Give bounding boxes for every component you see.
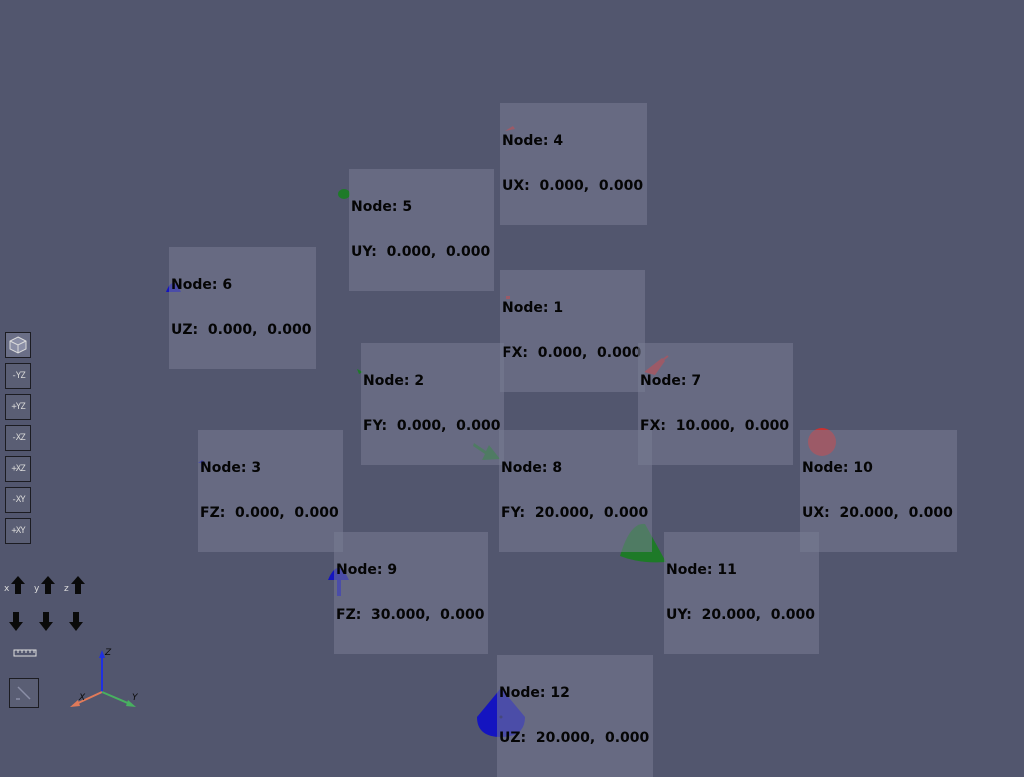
node-value: FX: 0.000, 0.000 xyxy=(502,345,642,361)
node-label: Node: 8 FY: 20.000, 0.000 xyxy=(499,430,653,552)
node-value: UZ: 0.000, 0.000 xyxy=(171,322,312,338)
view-pos-xz-icon: +XZ xyxy=(11,464,25,474)
view-pos-yz-icon: +YZ xyxy=(11,402,25,412)
node-value: UY: 20.000, 0.000 xyxy=(666,607,816,623)
x-axis-label: X xyxy=(78,693,86,703)
axis-up-row: x y z xyxy=(4,572,88,598)
node-title: Node: 10 xyxy=(802,460,873,476)
node-label: Node: 11 UY: 20.000, 0.000 xyxy=(664,532,820,654)
view-neg-yz-button[interactable]: -YZ xyxy=(5,363,31,389)
pick-button[interactable] xyxy=(9,678,39,708)
node-label: Node: 12 UZ: 20.000, 0.000 xyxy=(497,655,654,777)
node-title: Node: 2 xyxy=(363,373,425,389)
view-toolbar: -YZ +YZ -XZ +XZ -XY +XY xyxy=(5,332,31,549)
view-neg-xy-button[interactable]: -XY xyxy=(5,487,31,513)
node-label: Node: 5 UY: 0.000, 0.000 xyxy=(349,169,495,291)
node-value: UY: 0.000, 0.000 xyxy=(351,244,491,260)
y-axis-label: Y xyxy=(132,693,139,703)
node-value: FZ: 30.000, 0.000 xyxy=(336,607,485,623)
node-title: Node: 8 xyxy=(501,460,563,476)
node-label: Node: 4 UX: 0.000, 0.000 xyxy=(500,103,648,225)
svg-text:z: z xyxy=(64,584,69,594)
node-value: FZ: 0.000, 0.000 xyxy=(200,505,339,521)
node-label: Node: 7 FX: 10.000, 0.000 xyxy=(638,343,794,465)
view-neg-xz-button[interactable]: -XZ xyxy=(5,425,31,451)
z-axis-label: Z xyxy=(104,648,112,658)
node-label: Node: 6 UZ: 0.000, 0.000 xyxy=(169,247,316,369)
x-up-button[interactable]: x xyxy=(4,572,28,598)
3d-viewport[interactable]: Node: 4 UX: 0.000, 0.000 Node: 5 UY: 0.0… xyxy=(0,0,1024,777)
node-value: FX: 10.000, 0.000 xyxy=(640,418,790,434)
z-down-button[interactable] xyxy=(64,609,88,635)
node-title: Node: 1 xyxy=(502,300,564,316)
node-value: UX: 20.000, 0.000 xyxy=(802,505,953,521)
node-value: FY: 0.000, 0.000 xyxy=(363,418,501,434)
arrow-down-icon xyxy=(9,612,23,631)
node-label: Node: 2 FY: 0.000, 0.000 xyxy=(361,343,505,465)
view-neg-xz-icon: -XZ xyxy=(11,433,25,443)
axis-down-row xyxy=(4,609,88,635)
node-title: Node: 4 xyxy=(502,133,564,149)
view-neg-xy-icon: -XY xyxy=(11,495,25,505)
node-title: Node: 5 xyxy=(351,199,413,215)
node-label: Node: 9 FZ: 30.000, 0.000 xyxy=(334,532,489,654)
node-value: UZ: 20.000, 0.000 xyxy=(499,730,650,746)
view-pos-xz-button[interactable]: +XZ xyxy=(5,456,31,482)
svg-text:x: x xyxy=(4,584,10,594)
arrow-up-icon: z xyxy=(64,576,85,594)
pick-icon xyxy=(16,686,31,700)
arrow-down-icon xyxy=(69,612,83,631)
ruler-icon[interactable] xyxy=(13,646,37,660)
cube-icon xyxy=(9,336,27,354)
node-label: Node: 1 FX: 0.000, 0.000 xyxy=(500,270,646,392)
arrow-up-icon: x xyxy=(4,576,25,594)
arrow-down-icon xyxy=(39,612,53,631)
node-title: Node: 12 xyxy=(499,685,570,701)
node-label: Node: 3 FZ: 0.000, 0.000 xyxy=(198,430,343,552)
z-up-button[interactable]: z xyxy=(64,572,88,598)
node-title: Node: 3 xyxy=(200,460,262,476)
arrow-up-icon: y xyxy=(34,576,55,594)
node-title: Node: 11 xyxy=(666,562,737,578)
isometric-view-button[interactable] xyxy=(5,332,31,358)
node-title: Node: 7 xyxy=(640,373,702,389)
x-down-button[interactable] xyxy=(4,609,28,635)
y-up-button[interactable]: y xyxy=(34,572,58,598)
node-title: Node: 9 xyxy=(336,562,398,578)
view-neg-yz-icon: -YZ xyxy=(11,371,25,381)
node-title: Node: 6 xyxy=(171,277,233,293)
node-value: UX: 0.000, 0.000 xyxy=(502,178,644,194)
view-pos-xy-button[interactable]: +XY xyxy=(5,518,31,544)
axis-triad: Z X Y xyxy=(70,648,139,707)
y-down-button[interactable] xyxy=(34,609,58,635)
view-pos-xy-icon: +XY xyxy=(11,526,25,536)
view-pos-yz-button[interactable]: +YZ xyxy=(5,394,31,420)
svg-text:y: y xyxy=(34,584,40,594)
node-label: Node: 10 UX: 20.000, 0.000 xyxy=(800,430,957,552)
node-value: FY: 20.000, 0.000 xyxy=(501,505,649,521)
